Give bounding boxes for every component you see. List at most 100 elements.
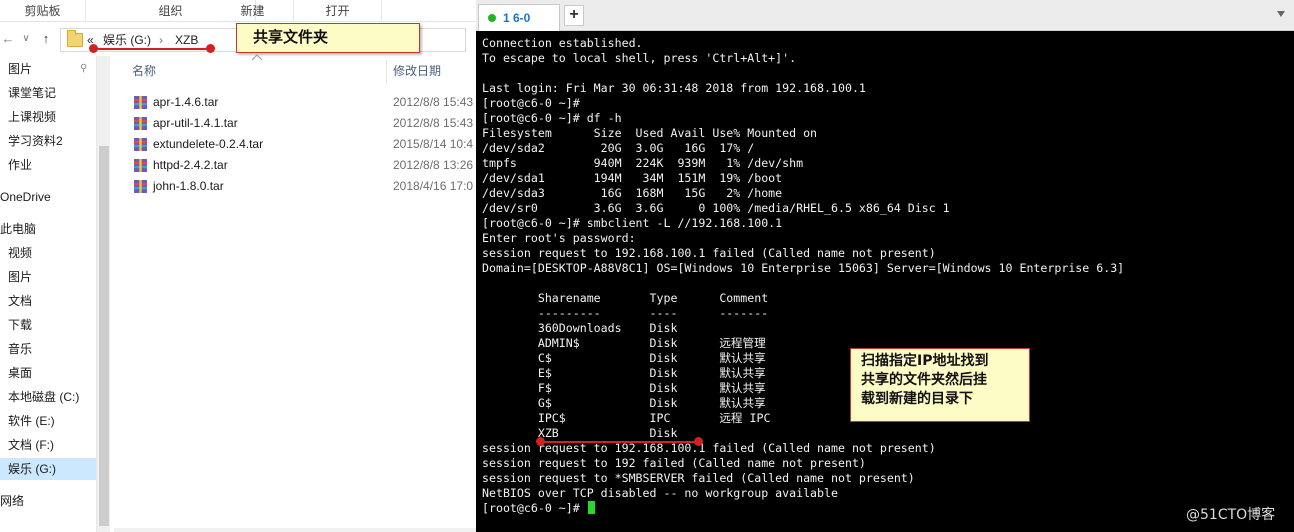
- terminal-line: session request to *SMBSERVER failed (Ca…: [482, 471, 915, 485]
- terminal-line: Filesystem Size Used Avail Use% Mounted …: [482, 126, 818, 140]
- terminal-line: Domain=[DESKTOP-A88V8C1] OS=[Windows 10 …: [482, 261, 1125, 275]
- navigation-scrollbar[interactable]: [96, 56, 110, 532]
- file-modified-date: 2018/4/16 17:0: [393, 179, 474, 193]
- archive-file-icon: [134, 138, 147, 151]
- terminal-line: tmpfs 940M 224K 939M 1% /dev/shm: [482, 156, 804, 170]
- annotation-dot-xzb-right: [694, 437, 703, 446]
- ribbon-group-clipboard[interactable]: 剪贴板: [0, 0, 86, 22]
- sidebar-item[interactable]: 娱乐 (G:): [0, 458, 96, 480]
- file-modified-date: 2012/8/8 13:26: [393, 158, 474, 172]
- terminal-output[interactable]: Connection established. To escape to loca…: [476, 31, 1294, 532]
- terminal-line: /dev/sda3 16G 168M 15G 2% /home: [482, 186, 783, 200]
- terminal-line: IPC$ IPC 远程 IPC: [482, 411, 771, 425]
- annotation-underline-path: [92, 48, 210, 50]
- sidebar-item[interactable]: 本地磁盘 (C:): [0, 386, 96, 408]
- terminal-tab-session[interactable]: 1 6-0: [478, 4, 560, 31]
- sidebar-item[interactable]: 文档 (F:): [0, 434, 96, 456]
- sidebar-item[interactable]: 课堂笔记: [0, 82, 96, 104]
- annotation-callout-shared-folder: 共享文件夹: [236, 23, 420, 53]
- annotation-dot-right: [206, 44, 215, 53]
- file-row[interactable]: apr-1.4.6.tar 2012/8/8 15:43: [130, 92, 476, 113]
- column-divider[interactable]: [386, 60, 387, 84]
- sidebar-item[interactable]: 桌面: [0, 362, 96, 384]
- sidebar-item[interactable]: 学习资料2: [0, 130, 96, 152]
- file-name: apr-1.4.6.tar: [153, 95, 219, 109]
- file-row[interactable]: extundelete-0.2.4.tar 2015/8/14 10:4: [130, 134, 476, 155]
- terminal-line: --------- ---- -------: [482, 306, 769, 320]
- terminal-line: /dev/sr0 3.6G 3.6G 0 100% /media/RHEL_6.…: [482, 201, 950, 215]
- archive-file-icon: [134, 159, 147, 172]
- breadcrumb-drive[interactable]: 娱乐 (G:): [103, 32, 151, 48]
- terminal-line: C$ Disk 默认共享: [482, 351, 766, 365]
- sidebar-item[interactable]: 图片 ⚲: [0, 58, 96, 80]
- sidebar-item[interactable]: 作业: [0, 154, 96, 176]
- new-tab-button[interactable]: +: [564, 5, 584, 26]
- archive-file-icon: [134, 117, 147, 130]
- terminal-tab-bar: 1 6-0 +: [476, 0, 1294, 31]
- sidebar-item[interactable]: 此电脑: [0, 218, 96, 240]
- sidebar-item[interactable]: OneDrive: [0, 186, 96, 208]
- terminal-line: G$ Disk 默认共享: [482, 396, 766, 410]
- sidebar-item[interactable]: 文档: [0, 290, 96, 312]
- file-explorer-window: 剪贴板 组织 新建 打开 ← ∨ ↑ « 娱乐 (G:) › XZB 共享文件夹…: [0, 0, 476, 532]
- file-modified-date: 2012/8/8 15:43: [393, 95, 474, 109]
- terminal-line: E$ Disk 默认共享: [482, 366, 766, 380]
- terminal-tab-label: 1 6-0: [503, 11, 531, 25]
- callout-text-line: 载到新建的目录下: [861, 391, 973, 407]
- terminal-line: session request to 192 failed (Called na…: [482, 456, 866, 470]
- breadcrumb-folder[interactable]: XZB: [175, 32, 198, 48]
- terminal-line: XZB Disk: [482, 426, 678, 440]
- up-button[interactable]: ↑: [38, 30, 54, 48]
- sidebar-item[interactable]: 视频: [0, 242, 96, 264]
- terminal-line: session request to 192.168.100.1 failed …: [482, 441, 936, 455]
- callout-text-line: 共享的文件夹然后挂: [861, 372, 987, 388]
- connected-status-icon: [488, 14, 496, 22]
- back-button[interactable]: ←: [0, 30, 16, 48]
- terminal-line: F$ Disk 默认共享: [482, 381, 766, 395]
- file-name: john-1.8.0.tar: [153, 179, 224, 193]
- column-header-name[interactable]: 名称: [132, 56, 156, 86]
- terminal-line: Last login: Fri Mar 30 06:31:48 2018 fro…: [482, 81, 866, 95]
- terminal-window: 1 6-0 + Connection established. To escape…: [476, 0, 1294, 532]
- sort-ascending-icon: [251, 54, 263, 61]
- file-row[interactable]: apr-util-1.4.1.tar 2012/8/8 15:43: [130, 113, 476, 134]
- sidebar-item[interactable]: 图片: [0, 266, 96, 288]
- file-modified-date: 2015/8/14 10:4: [393, 137, 474, 151]
- recent-locations-button[interactable]: ∨: [18, 30, 34, 48]
- file-row[interactable]: john-1.8.0.tar 2018/4/16 17:0: [130, 176, 476, 197]
- archive-file-icon: [134, 180, 147, 193]
- terminal-line: [root@c6-0 ~]# df -h: [482, 111, 622, 125]
- watermark: @51CTO博客: [1186, 507, 1276, 523]
- terminal-line: Enter root's password:: [482, 231, 636, 245]
- sidebar-item[interactable]: 软件 (E:): [0, 410, 96, 432]
- terminal-line: [root@c6-0 ~]#: [482, 501, 595, 516]
- terminal-line: 360Downloads Disk: [482, 321, 678, 335]
- horizontal-scrollbar[interactable]: [114, 528, 476, 532]
- breadcrumb-separator: ›: [159, 33, 163, 47]
- pin-icon[interactable]: ⚲: [80, 63, 90, 75]
- tab-list-dropdown-icon[interactable]: [1276, 9, 1286, 19]
- terminal-line: To escape to local shell, press 'Ctrl+Al…: [482, 51, 797, 65]
- sidebar-item[interactable]: 上课视频: [0, 106, 96, 128]
- file-name: httpd-2.4.2.tar: [153, 158, 228, 172]
- archive-file-icon: [134, 96, 147, 109]
- terminal-line: [root@c6-0 ~]# smbclient -L //192.168.10…: [482, 216, 783, 230]
- navigation-pane: 图片 ⚲ 课堂笔记 上课视频 学习资料2 作业 OneDrive 此电脑 视频 图片 文档 下载 音乐桌…: [0, 56, 96, 532]
- terminal-line: Connection established.: [482, 36, 643, 50]
- column-header-modified[interactable]: 修改日期: [393, 56, 441, 86]
- terminal-line: /dev/sda1 194M 34M 151M 19% /boot: [482, 171, 783, 185]
- file-row[interactable]: httpd-2.4.2.tar 2012/8/8 13:26: [130, 155, 476, 176]
- sidebar-item[interactable]: 下载: [0, 314, 96, 336]
- sidebar-item[interactable]: 音乐: [0, 338, 96, 360]
- ribbon-group-open[interactable]: 打开: [294, 0, 382, 22]
- terminal-line: [root@c6-0 ~]#: [482, 96, 580, 110]
- annotation-dot-xzb-left: [536, 437, 545, 446]
- folder-icon: [67, 30, 83, 47]
- callout-text-line: 扫描指定IP地址找到: [861, 353, 989, 369]
- terminal-line: Sharename Type Comment: [482, 291, 769, 305]
- navigation-scrollbar-thumb[interactable]: [99, 146, 109, 526]
- ribbon-group-new[interactable]: 新建: [212, 0, 294, 22]
- terminal-line: NetBIOS over TCP disabled -- no workgrou…: [482, 486, 838, 500]
- file-name: extundelete-0.2.4.tar: [153, 137, 264, 151]
- sidebar-item[interactable]: 网络: [0, 490, 96, 512]
